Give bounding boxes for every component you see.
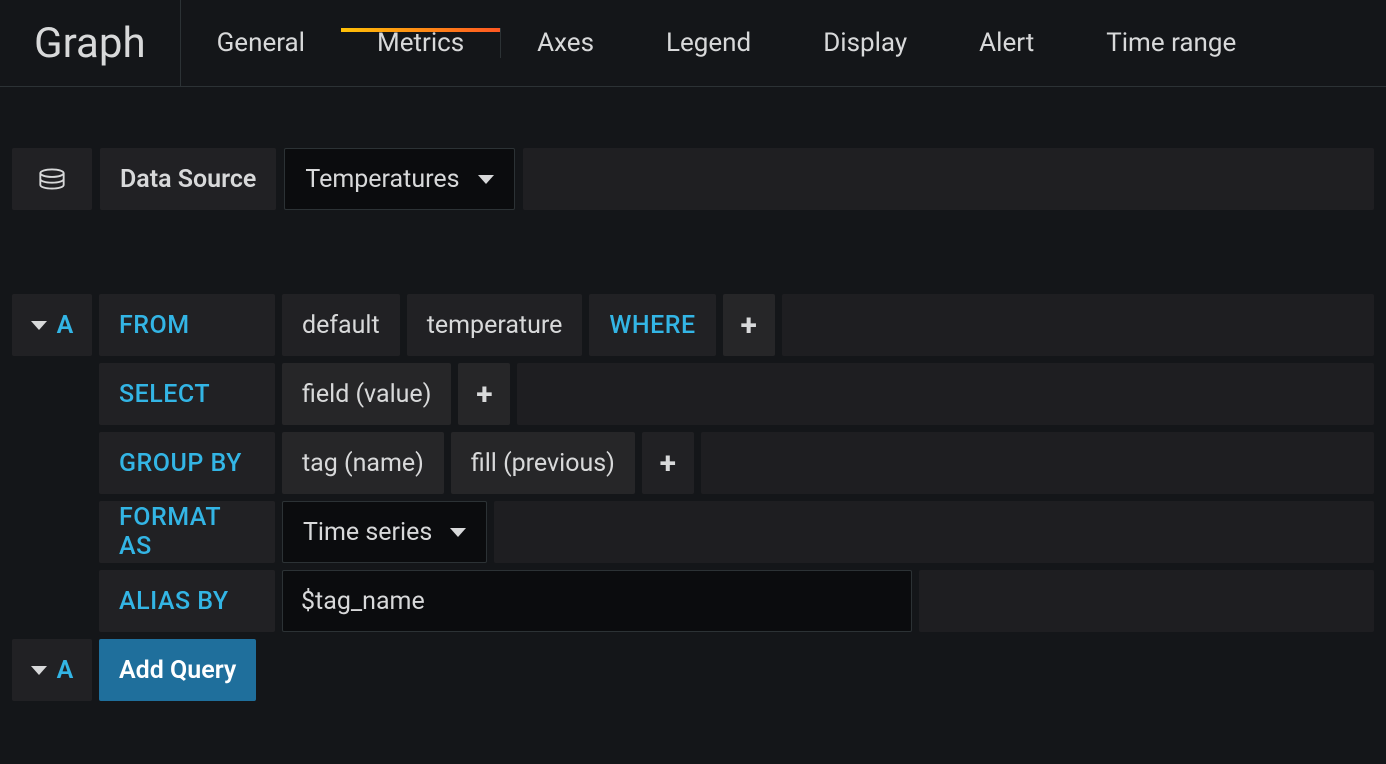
chevron-down-icon [31, 321, 47, 330]
row-filler [919, 570, 1374, 632]
query-aliasby-row: ALIAS BY [12, 570, 1374, 632]
toggle-spacer [12, 570, 92, 632]
select-field[interactable]: field (value) [282, 363, 451, 425]
formatas-select[interactable]: Time series [282, 501, 487, 563]
toggle-spacer [12, 501, 92, 563]
datasource-filler [523, 148, 1374, 210]
formatas-value: Time series [303, 518, 432, 547]
tab-general[interactable]: General [181, 28, 341, 58]
groupby-add-button[interactable]: + [642, 432, 694, 494]
aliasby-keyword: ALIAS BY [99, 570, 275, 632]
from-keyword: FROM [99, 294, 275, 356]
tab-time-range[interactable]: Time range [1070, 28, 1272, 58]
panel-type-title: Graph [0, 0, 181, 87]
chevron-down-icon [450, 528, 466, 537]
groupby-keyword: GROUP BY [99, 432, 275, 494]
groupby-fill[interactable]: fill (previous) [451, 432, 635, 494]
formatas-keyword: FORMAT AS [99, 501, 275, 563]
query-toggle-a[interactable]: A [12, 294, 92, 356]
where-add-button[interactable]: + [723, 294, 775, 356]
datasource-select[interactable]: Temperatures [284, 148, 514, 210]
tab-axes[interactable]: Axes [501, 28, 630, 58]
tab-display[interactable]: Display [787, 28, 943, 58]
row-filler [494, 501, 1374, 563]
add-query-letter: A [57, 656, 74, 685]
tabs-container: General Metrics Axes Legend Display Aler… [181, 0, 1386, 87]
query-letter: A [57, 311, 74, 340]
groupby-tag[interactable]: tag (name) [282, 432, 444, 494]
select-keyword: SELECT [99, 363, 275, 425]
aliasby-input[interactable] [282, 570, 912, 632]
query-from-row: A FROM default temperature WHERE + [12, 294, 1374, 356]
tab-alert[interactable]: Alert [943, 28, 1070, 58]
datasource-row: Data Source Temperatures [0, 136, 1386, 210]
row-filler [701, 432, 1374, 494]
query-formatas-row: FORMAT AS Time series [12, 501, 1374, 563]
add-query-button[interactable]: Add Query [99, 639, 256, 701]
where-keyword[interactable]: WHERE [589, 294, 715, 356]
from-measurement[interactable]: temperature [407, 294, 583, 356]
tab-metrics[interactable]: Metrics [341, 28, 501, 58]
datasource-label: Data Source [100, 148, 276, 210]
query-editor: A FROM default temperature WHERE + SELEC… [0, 210, 1386, 701]
row-filler [517, 363, 1374, 425]
tab-legend[interactable]: Legend [630, 28, 787, 58]
database-icon [12, 148, 92, 210]
query-select-row: SELECT field (value) + [12, 363, 1374, 425]
add-query-row: A Add Query [12, 639, 1374, 701]
select-add-button[interactable]: + [458, 363, 510, 425]
panel-tabs: Graph General Metrics Axes Legend Displa… [0, 0, 1386, 88]
chevron-down-icon [478, 175, 494, 184]
chevron-down-icon [31, 666, 47, 675]
add-query-toggle[interactable]: A [12, 639, 92, 701]
from-policy[interactable]: default [282, 294, 400, 356]
toggle-spacer [12, 363, 92, 425]
datasource-selected-value: Temperatures [305, 165, 459, 194]
toggle-spacer [12, 432, 92, 494]
query-groupby-row: GROUP BY tag (name) fill (previous) + [12, 432, 1374, 494]
row-filler [782, 294, 1374, 356]
